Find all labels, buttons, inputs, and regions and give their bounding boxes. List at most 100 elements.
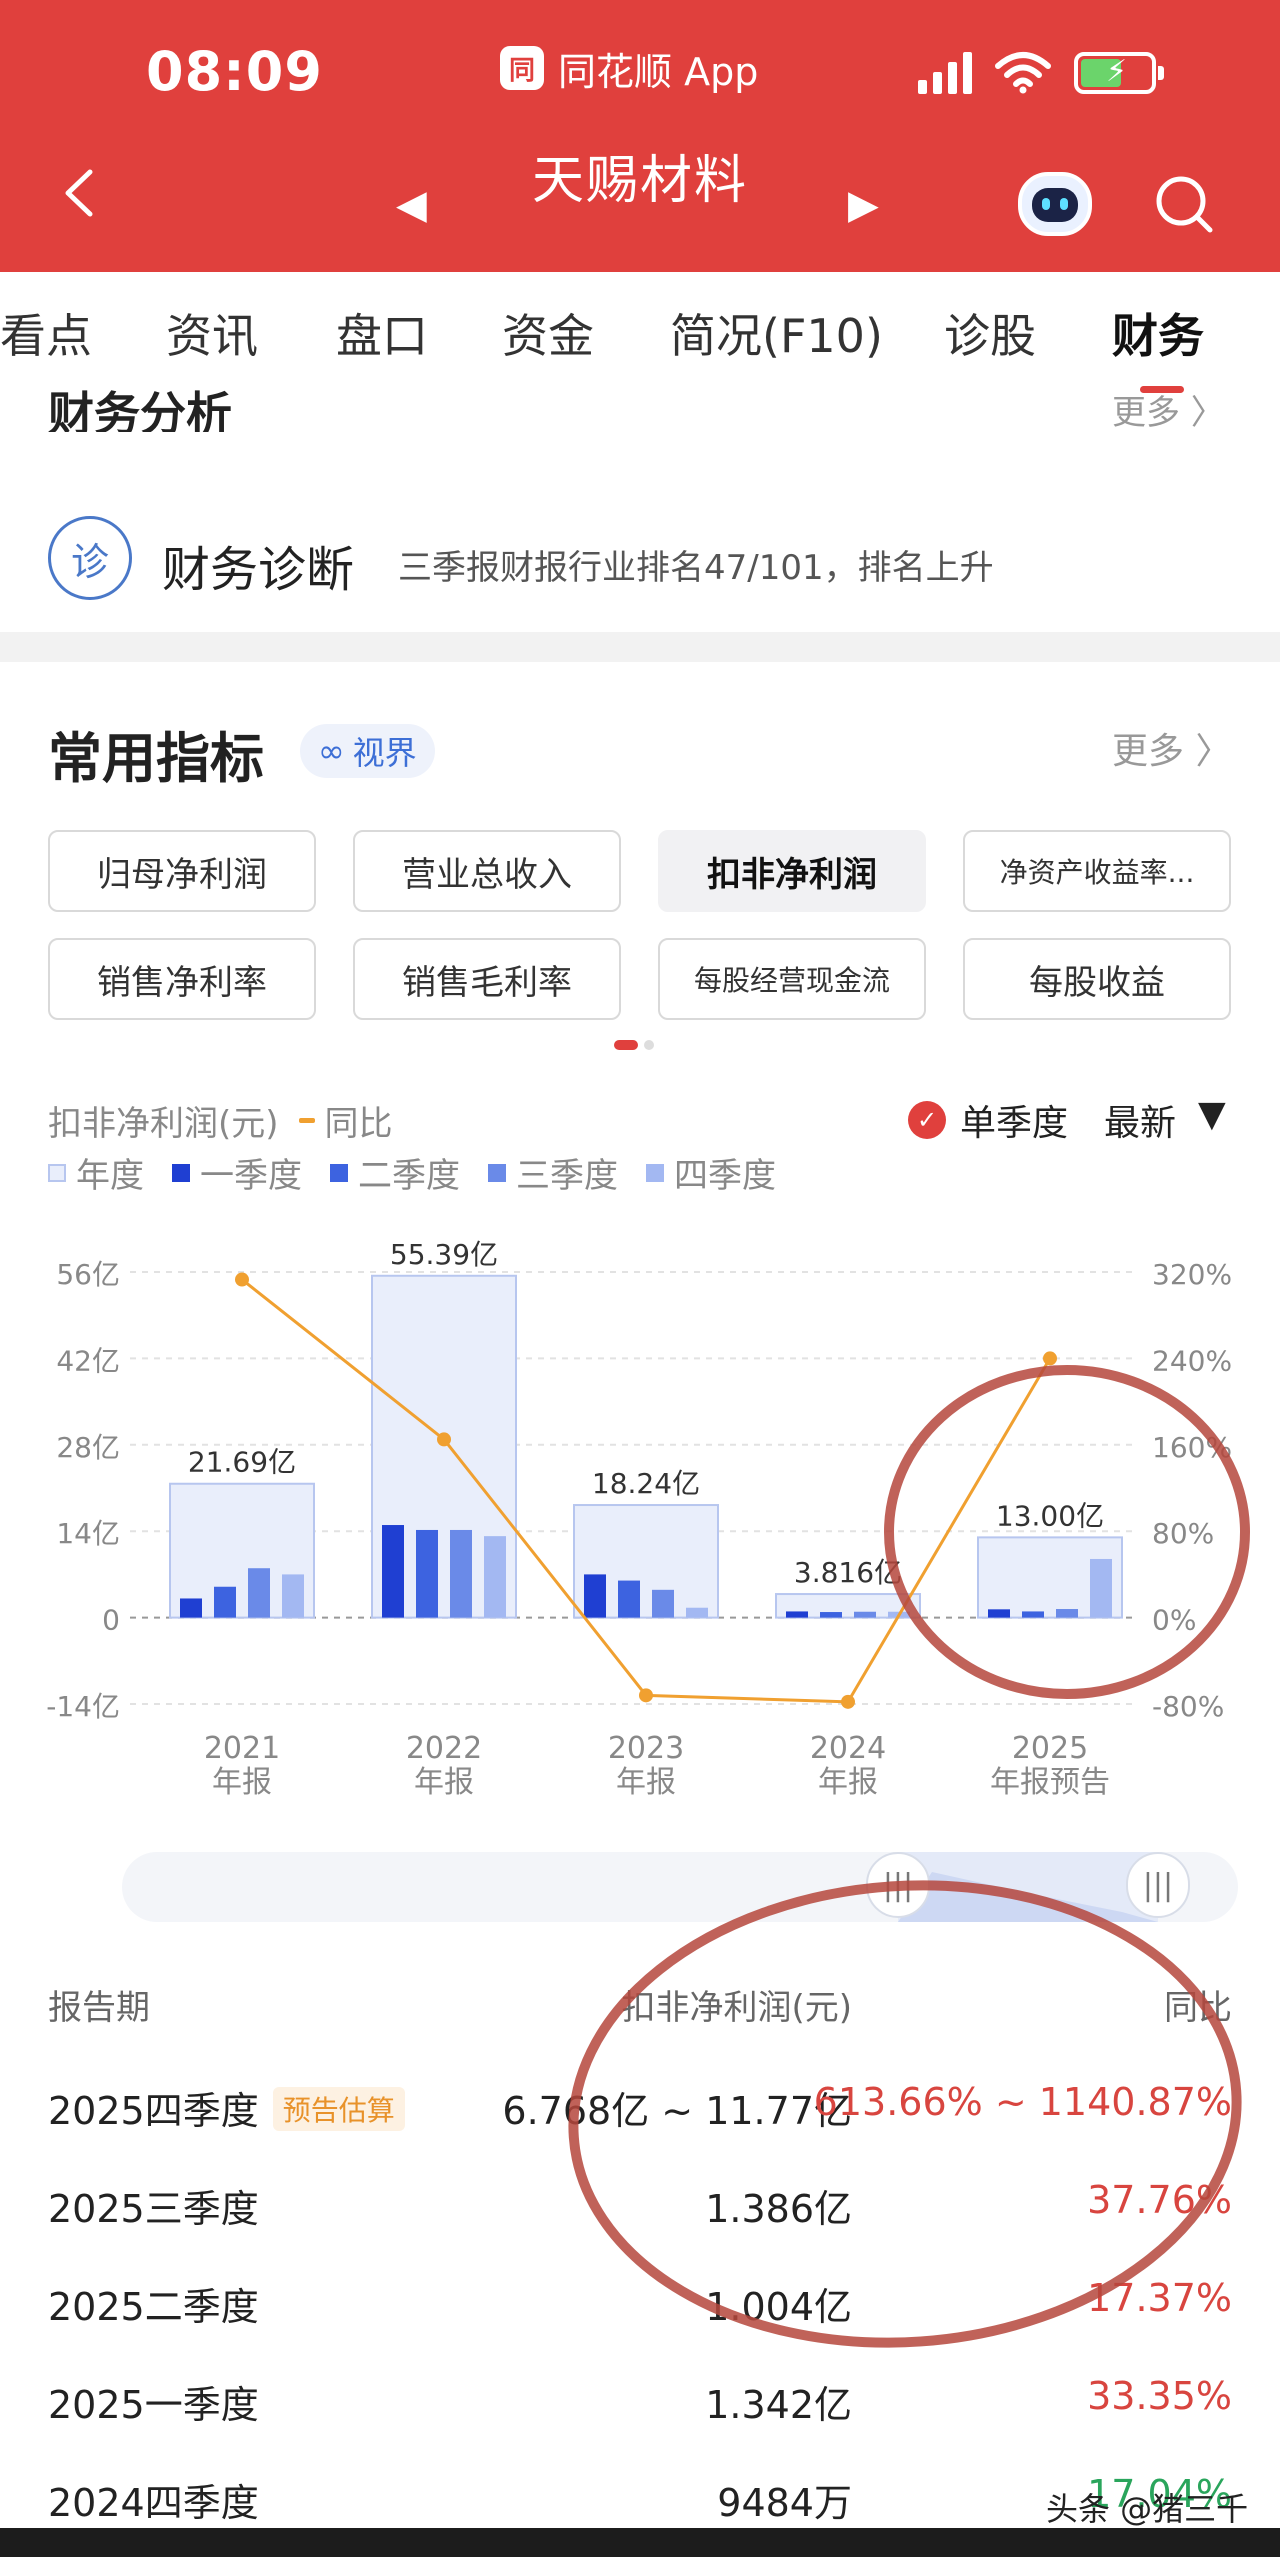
y2-tick-label: 160% <box>1152 1431 1232 1464</box>
indicator-parent-net-profit[interactable]: 归母净利润 <box>48 830 316 912</box>
x-tick-label: 年报 <box>212 1765 272 1800</box>
indicator-operating-cashflow-per-share[interactable]: 每股经营现金流 <box>658 938 926 1020</box>
y-tick-label: 56亿 <box>56 1258 120 1291</box>
row-value: 1.386亿 <box>705 2187 852 2231</box>
period-label: 2025四季度 <box>48 2089 259 2133</box>
quarter-bar <box>584 1574 606 1618</box>
finance-analysis-more[interactable]: 更多 〉 <box>1112 388 1225 428</box>
tab-market[interactable]: 盘口 <box>336 300 428 366</box>
range-scrubber[interactable] <box>122 1852 1238 1922</box>
row-value: 9484万 <box>717 2481 852 2525</box>
scrubber-left-handle[interactable]: ||| <box>866 1852 930 1918</box>
table-row[interactable]: 2025三季度 1.386亿 37.76% <box>0 2154 1280 2252</box>
wifi-icon <box>995 52 1051 94</box>
search-icon[interactable] <box>1152 172 1216 236</box>
status-app: 同 同花顺 App <box>500 40 758 96</box>
annual-value-label: 18.24亿 <box>592 1467 700 1500</box>
chart-legend-series: 年度 一季度 二季度 三季度 四季度 <box>48 1148 776 1197</box>
diagnosis-summary[interactable]: 三季报财报行业排名47/101，排名上升 <box>398 540 994 589</box>
infinity-icon: ∞ <box>318 732 345 770</box>
legend-label: 四季度 <box>674 1156 776 1196</box>
row-value: 6.768亿 ~ 11.77亿 <box>502 2089 852 2133</box>
x-tick-label: 2022 <box>406 1731 482 1766</box>
row-yoy: 37.76% <box>1087 2178 1232 2222</box>
legend-label: 三季度 <box>516 1156 618 1196</box>
y-tick-label: -14亿 <box>46 1690 120 1723</box>
yoy-point <box>639 1688 653 1703</box>
back-icon[interactable] <box>56 168 106 218</box>
tab-news[interactable]: 资讯 <box>166 300 258 366</box>
indicator-deducted-net-profit[interactable]: 扣非净利润 <box>658 830 926 912</box>
indicator-total-revenue[interactable]: 营业总收入 <box>353 830 621 912</box>
quarter-bar <box>820 1612 842 1618</box>
quarter-bar <box>180 1598 202 1618</box>
more-label: 更多 <box>1112 393 1180 428</box>
latest-label: 最新 <box>1104 1103 1177 1144</box>
indicators-more[interactable]: 更多 〉 <box>1112 722 1231 774</box>
y-tick-label: 14亿 <box>56 1517 120 1550</box>
scrubber-sparkline <box>898 1872 1158 1922</box>
tab-finance[interactable]: 财务 <box>1112 300 1204 366</box>
next-stock-icon[interactable]: ▶ <box>848 182 879 228</box>
y-tick-label: 42亿 <box>56 1344 120 1377</box>
legend-q1: 一季度 <box>172 1148 302 1197</box>
tab-profile[interactable]: 简况(F10) <box>670 300 883 366</box>
header-yoy: 同比 <box>1164 1988 1232 2028</box>
single-quarter-toggle[interactable]: ✓ 单季度 <box>908 1094 1068 1146</box>
indicator-eps[interactable]: 每股收益 <box>963 938 1231 1020</box>
page-dots <box>614 1040 654 1050</box>
quarter-bar <box>854 1611 876 1618</box>
battery-icon: ⚡ <box>1074 52 1164 94</box>
app-name: 同花顺 App <box>558 49 759 94</box>
annual-value-label: 3.816亿 <box>794 1556 902 1589</box>
yoy-label: 同比 <box>324 1104 393 1144</box>
row-period: 2025三季度 <box>48 2178 259 2233</box>
vision-label: 视界 <box>352 734 417 772</box>
diagnosis-title[interactable]: 财务诊断 <box>162 530 354 600</box>
period-label: 2024四季度 <box>48 2481 259 2525</box>
tab-diagnosis[interactable]: 诊股 <box>944 300 1036 366</box>
caret-down-icon: ▼ <box>1198 1094 1226 1135</box>
robot-assistant-icon[interactable] <box>1018 172 1092 236</box>
vision-badge[interactable]: ∞ 视界 <box>300 724 435 778</box>
yoy-legend: 同比 <box>298 1096 393 1145</box>
indicator-net-margin[interactable]: 销售净利率 <box>48 938 316 1020</box>
period-label: 2025一季度 <box>48 2383 259 2427</box>
indicator-roe[interactable]: 净资产收益率... <box>963 830 1231 912</box>
indicators-title: 常用指标 <box>48 727 264 790</box>
yoy-point <box>437 1432 451 1447</box>
prev-stock-icon[interactable]: ◀ <box>396 182 427 228</box>
period-label: 2025二季度 <box>48 2285 259 2329</box>
quarter-bar <box>1090 1558 1112 1618</box>
latest-dropdown[interactable]: 最新 ▼ <box>1104 1094 1226 1146</box>
single-quarter-label: 单季度 <box>960 1103 1069 1144</box>
quarter-bar <box>416 1529 438 1618</box>
profit-chart[interactable]: -14亿 0 14亿 28亿 42亿 56亿 -80% 0% 80% 160% 240% 320% 21… <box>0 1230 1280 1850</box>
x-tick-label: 年报预告 <box>990 1765 1110 1800</box>
quarter-bar <box>382 1525 404 1618</box>
section-divider <box>0 632 1280 662</box>
table-row[interactable]: 2025二季度 1.004亿 17.37% <box>0 2252 1280 2350</box>
quarter-bar <box>1056 1609 1078 1618</box>
quarter-bar <box>484 1536 506 1618</box>
yoy-point <box>1043 1351 1057 1366</box>
tab-bar: 看点 资讯 盘口 资金 简况(F10) 诊股 财务 <box>0 272 1280 392</box>
y2-tick-label: 320% <box>1152 1258 1232 1291</box>
y2-tick-label: 80% <box>1152 1517 1214 1550</box>
diagnosis-icon: 诊 <box>48 516 132 600</box>
row-period: 2025二季度 <box>48 2276 259 2331</box>
tab-funds[interactable]: 资金 <box>502 300 594 366</box>
legend-label: 二季度 <box>358 1156 460 1196</box>
watermark: 头条 @猪三千 <box>1046 2490 1249 2528</box>
y2-tick-label: -80% <box>1152 1690 1224 1723</box>
table-row[interactable]: 2025一季度 1.342亿 33.35% <box>0 2350 1280 2448</box>
table-row[interactable]: 2025四季度 预告估算 6.768亿 ~ 11.77亿 613.66% ~ 1140… <box>0 2056 1280 2154</box>
top-bar: 08:09 同 同花顺 App ⚡ ◀ 天赐材料 ▶ <box>0 0 1280 272</box>
tab-highlights[interactable]: 看点 <box>0 300 92 366</box>
y-tick-label: 28亿 <box>56 1431 120 1464</box>
scrubber-right-handle[interactable]: ||| <box>1126 1852 1190 1918</box>
metric-label: 扣非净利润(元) <box>48 1104 279 1144</box>
indicator-gross-margin[interactable]: 销售毛利率 <box>353 938 621 1020</box>
quarter-bar <box>686 1607 708 1618</box>
row-period: 2025一季度 <box>48 2374 259 2429</box>
